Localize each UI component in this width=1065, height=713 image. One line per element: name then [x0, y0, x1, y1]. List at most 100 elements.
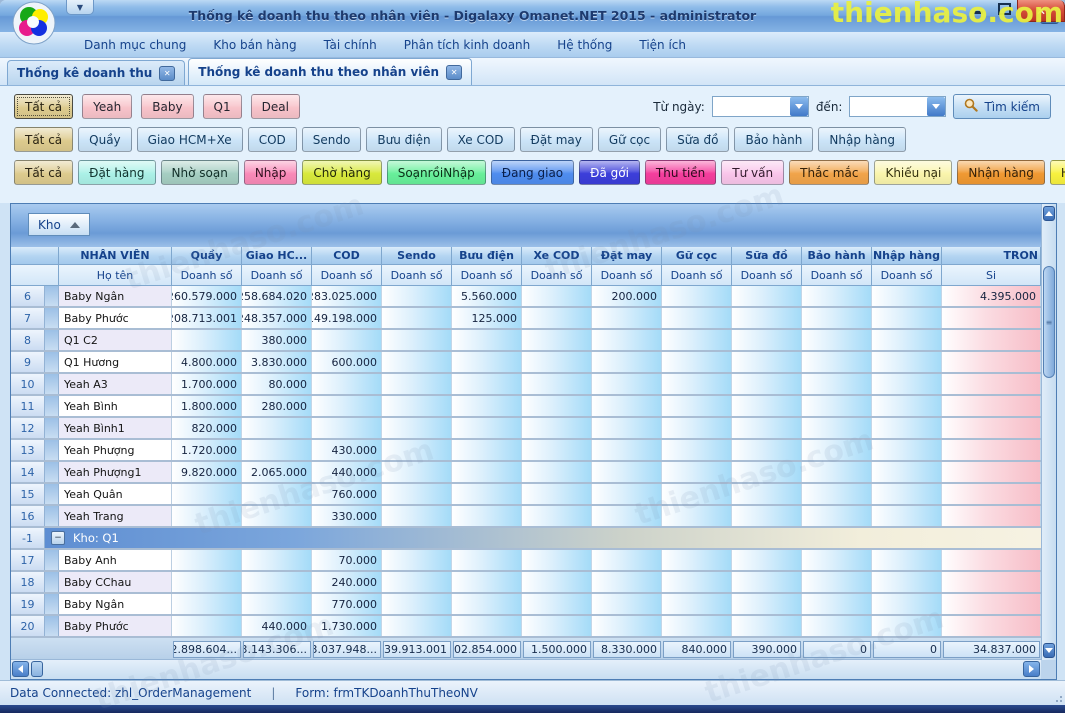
table-row[interactable]: 19Baby Ngân770.000 [11, 594, 1041, 616]
tab-close-icon[interactable]: ✕ [159, 66, 175, 81]
filter-button[interactable]: Bảo hành [734, 127, 813, 152]
table-row[interactable]: 20Baby Phước440.0001.730.000 [11, 616, 1041, 638]
filter-button[interactable]: Yeah [82, 94, 132, 119]
column-header[interactable]: Sữa đồ [732, 247, 802, 265]
date-from-select[interactable] [712, 96, 809, 117]
column-subheader[interactable]: Doanh số [872, 265, 942, 286]
table-row[interactable]: 8Q1 C2380.000 [11, 330, 1041, 352]
chevron-down-icon[interactable] [790, 97, 808, 116]
row-number[interactable]: 7 [11, 308, 45, 328]
filter-button[interactable]: COD [248, 127, 297, 152]
app-logo-icon[interactable] [12, 1, 56, 45]
filter-button[interactable]: Đang giao [491, 160, 574, 185]
date-to-select[interactable] [849, 96, 946, 117]
search-button[interactable]: Tìm kiếm [953, 94, 1051, 119]
filter-button[interactable]: Hoàn tiền [1050, 160, 1065, 185]
column-header[interactable]: Xe COD [522, 247, 592, 265]
filter-button[interactable]: Xe COD [447, 127, 515, 152]
filter-button[interactable]: Tất cả [14, 160, 73, 185]
column-header[interactable]: TRON [942, 247, 1041, 265]
table-row[interactable]: 11Yeah Bình1.800.000280.000 [11, 396, 1041, 418]
groupby-kho-chip[interactable]: Kho [28, 213, 90, 236]
column-header[interactable]: Giao HC... [242, 247, 312, 265]
filter-button[interactable]: Nhờ soạn [161, 160, 239, 185]
resize-grip[interactable] [1052, 692, 1062, 702]
filter-button[interactable]: Sữa đồ [666, 127, 729, 152]
column-subheader[interactable]: Doanh số [312, 265, 382, 286]
tab[interactable]: Thống kê doanh thu theo nhân viên✕ [188, 58, 472, 85]
scroll-left-button[interactable] [12, 661, 29, 677]
filter-button[interactable]: Sendo [302, 127, 362, 152]
group-header[interactable]: −Kho: Q1 [45, 528, 1041, 548]
column-subheader[interactable]: Doanh số [452, 265, 522, 286]
column-subheader[interactable]: Doanh số [802, 265, 872, 286]
column-subheader[interactable]: Doanh số [732, 265, 802, 286]
filter-button[interactable]: Tư vấn [721, 160, 784, 185]
column-subheader[interactable]: Doanh số [382, 265, 452, 286]
table-row[interactable]: 6Baby Ngân260.579.000258.684.020283.025.… [11, 286, 1041, 308]
table-row[interactable]: 10Yeah A31.700.00080.000 [11, 374, 1041, 396]
column-subheader[interactable]: Doanh số [522, 265, 592, 286]
row-number[interactable]: 15 [11, 484, 45, 504]
tab-close-icon[interactable]: ✕ [446, 65, 462, 80]
menu-item[interactable]: Danh mục chung [84, 38, 186, 52]
table-row[interactable]: 14Yeah Phượng19.820.0002.065.000440.000 [11, 462, 1041, 484]
filter-button[interactable]: Khiếu nại [874, 160, 952, 185]
row-number[interactable]: 19 [11, 594, 45, 614]
scroll-up-button[interactable] [1043, 206, 1055, 221]
filter-button[interactable]: Nhập [244, 160, 298, 185]
table-row[interactable]: 17Baby Anh70.000 [11, 550, 1041, 572]
filter-button[interactable]: Đặt hàng [78, 160, 155, 185]
row-number[interactable]: 6 [11, 286, 45, 306]
menu-item[interactable]: Kho bán hàng [213, 38, 296, 52]
table-row[interactable]: 12Yeah Bình1820.000 [11, 418, 1041, 440]
row-number[interactable]: 13 [11, 440, 45, 460]
column-subheader[interactable]: Si [942, 265, 1041, 286]
filter-button[interactable]: Tất cả [14, 127, 73, 152]
scroll-right-button[interactable] [1023, 661, 1040, 677]
row-number[interactable]: 14 [11, 462, 45, 482]
column-subheader[interactable]: Doanh số [242, 265, 312, 286]
column-header[interactable]: Bưu điện [452, 247, 522, 265]
table-row[interactable]: 16Yeah Trang330.000 [11, 506, 1041, 528]
header-corner[interactable] [11, 265, 59, 286]
vertical-scroll-thumb[interactable]: ≡ [1043, 266, 1055, 378]
table-row[interactable]: 13Yeah Phượng1.720.000430.000 [11, 440, 1041, 462]
filter-button[interactable]: Gữ cọc [598, 127, 661, 152]
column-subheader[interactable]: Họ tên [59, 265, 172, 286]
filter-button[interactable]: Bưu điện [366, 127, 441, 152]
column-subheader[interactable]: Doanh số [592, 265, 662, 286]
table-row[interactable]: 9Q1 Hương4.800.0003.830.000600.000 [11, 352, 1041, 374]
filter-button[interactable]: Chờ hàng [302, 160, 381, 185]
scroll-down-button[interactable] [1043, 643, 1055, 658]
filter-button[interactable]: Baby [141, 94, 193, 119]
menu-item[interactable]: Tài chính [324, 38, 377, 52]
column-header[interactable]: Quầy [172, 247, 242, 265]
column-header[interactable]: Bảo hành [802, 247, 872, 265]
horizontal-scrollbar[interactable] [11, 659, 1041, 679]
column-subheader[interactable]: Doanh số [662, 265, 732, 286]
column-subheader[interactable]: Doanh số [172, 265, 242, 286]
filter-button[interactable]: Q1 [203, 94, 242, 119]
row-number[interactable]: 20 [11, 616, 45, 636]
menu-item[interactable]: Hệ thống [557, 38, 612, 52]
row-number[interactable]: 11 [11, 396, 45, 416]
menu-item[interactable]: Phân tích kinh doanh [404, 38, 531, 52]
scrollbar-grip[interactable] [31, 661, 43, 677]
tab[interactable]: Thống kê doanh thu✕ [7, 60, 185, 85]
filter-button[interactable]: Đặt may [520, 127, 593, 152]
table-row[interactable]: 7Baby Phước208.713.001248.357.000149.198… [11, 308, 1041, 330]
group-row[interactable]: -1−Kho: Q1 [11, 528, 1041, 550]
column-header[interactable]: Sendo [382, 247, 452, 265]
column-header[interactable]: NHÂN VIÊN [59, 247, 172, 265]
filter-button[interactable]: SoạnrồiNhập [387, 160, 486, 185]
filter-button[interactable]: Quầy [78, 127, 132, 152]
row-number[interactable]: -1 [11, 528, 45, 548]
filter-button[interactable]: Nhận hàng [957, 160, 1045, 185]
column-header[interactable]: Nhập hàng [872, 247, 942, 265]
header-corner[interactable] [11, 247, 59, 265]
chevron-down-icon[interactable] [927, 97, 945, 116]
row-number[interactable]: 8 [11, 330, 45, 350]
column-header[interactable]: Gữ cọc [662, 247, 732, 265]
row-number[interactable]: 18 [11, 572, 45, 592]
